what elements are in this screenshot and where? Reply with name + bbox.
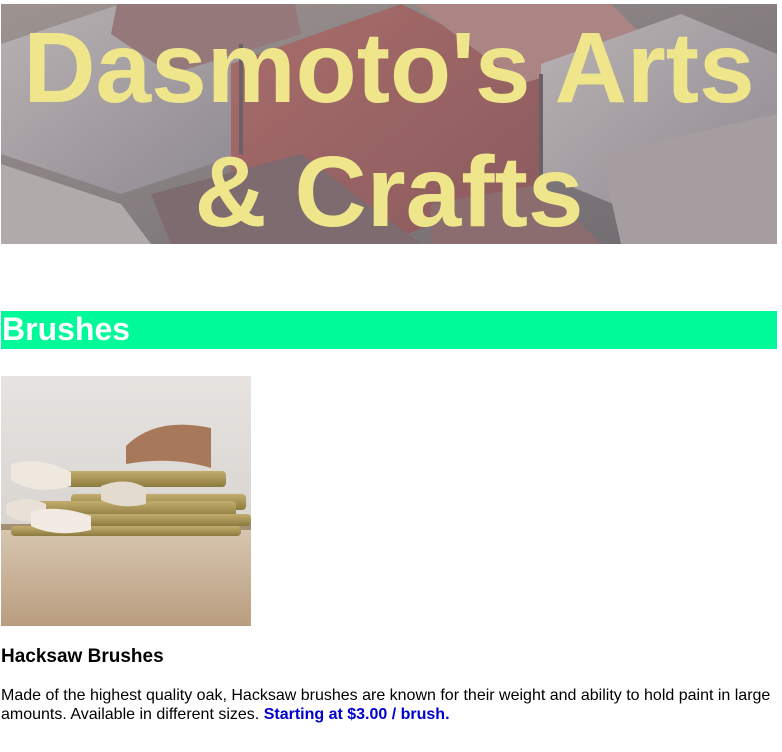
price-text: Starting at $3.00 / brush.	[263, 706, 450, 723]
product-name: Hacksaw Brushes	[1, 646, 164, 667]
section-title: Brushes	[2, 311, 131, 347]
page-title: Dasmoto's Arts & Crafts	[23, 12, 755, 244]
paintbrush-photo-icon	[1, 376, 251, 626]
section-header: Brushes	[1, 311, 777, 349]
product-image	[1, 376, 251, 626]
product-description: Made of the highest quality oak, Hacksaw…	[1, 686, 777, 724]
header-banner: Dasmoto's Arts & Crafts	[1, 4, 777, 244]
